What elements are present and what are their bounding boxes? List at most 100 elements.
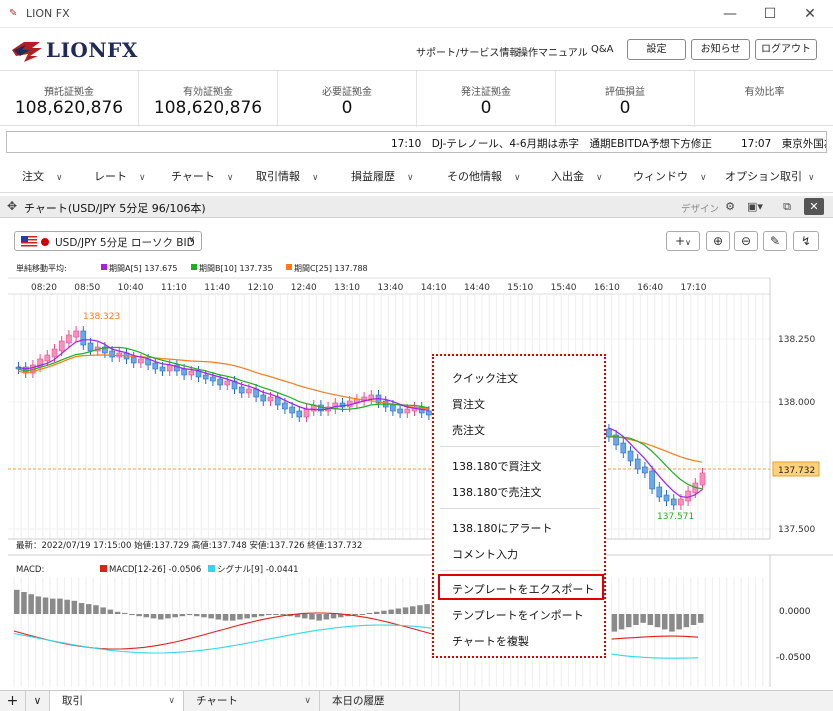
ticker-item[interactable]: 17:07 東京外国為 xyxy=(741,136,826,151)
add-indicator-button[interactable]: +∨ xyxy=(666,231,700,251)
menu-trade-info[interactable]: 取引情報 ∨ xyxy=(256,161,319,193)
ctx-import-template[interactable]: テンプレートをインポート xyxy=(452,607,584,623)
account-summary: 預託証拠金 108,620,876 有効証拠金 108,620,876 必要証拠金 0… xyxy=(0,70,833,127)
order-margin: 発注証拠金 0 xyxy=(417,71,556,127)
y-tick-label: 138.000 xyxy=(778,398,815,408)
move-icon[interactable]: ✥ xyxy=(7,199,17,213)
latest-ohlc: 最新：2022/07/19 17:15:00 始値:137.729 高値:137… xyxy=(16,540,362,551)
ctx-alert-at-price[interactable]: 138.180にアラート xyxy=(452,520,553,536)
faq-link[interactable]: Q&A xyxy=(591,44,614,55)
jp-flag-icon xyxy=(41,238,49,246)
add-tab-button[interactable]: + xyxy=(0,691,26,711)
close-panel-icon[interactable]: ✕ xyxy=(804,198,824,215)
manual-link[interactable]: 操作マニュアル xyxy=(518,44,588,59)
menu-divider xyxy=(440,446,600,447)
chevron-down-icon: ∨ xyxy=(56,173,63,183)
tab-trade[interactable]: 取引 ∨ xyxy=(50,691,184,711)
price-chart[interactable]: 単純移動平均: 期間A[5] 137.675 期間B[10] 137.735 期… xyxy=(0,259,833,690)
context-menu: クイック注文 買注文 売注文 138.180で買注文 138.180で売注文 1… xyxy=(432,354,606,658)
macd-tick: 0.0000 xyxy=(779,607,811,617)
chevron-down-icon: ∨ xyxy=(700,173,707,183)
settings-button[interactable]: 設定 xyxy=(627,39,686,60)
chevron-down-icon: ∨ xyxy=(304,696,311,706)
menu-rate[interactable]: レート ∨ xyxy=(94,161,146,193)
menu-other-info[interactable]: その他情報 ∨ xyxy=(447,161,521,193)
chevron-down-icon: ∨ xyxy=(596,173,603,183)
x-tick-label: 08:50 xyxy=(74,283,100,293)
trend-tool-icon[interactable]: ↯ xyxy=(793,231,819,251)
x-tick-label: 14:10 xyxy=(421,283,447,293)
macd-tick: -0.0500 xyxy=(776,653,811,663)
x-tick-label: 16:40 xyxy=(637,283,663,293)
layout-menu-icon[interactable]: ▣▾ xyxy=(742,198,768,215)
ctx-sell-order[interactable]: 売注文 xyxy=(452,422,485,438)
menu-option-trade[interactable]: オプション取引 ∨ xyxy=(725,161,815,193)
high-label: 138.323 xyxy=(83,312,120,322)
menu-window[interactable]: ウィンドウ ∨ xyxy=(633,161,707,193)
menu-deposit-withdraw[interactable]: 入出金 ∨ xyxy=(551,161,603,193)
design-label[interactable]: デザイン xyxy=(681,201,719,215)
x-tick-label: 08:20 xyxy=(31,283,57,293)
ctx-duplicate-chart[interactable]: チャートを複製 xyxy=(452,633,529,649)
chevron-down-icon: ∨ xyxy=(226,173,234,183)
ctx-export-template[interactable]: テンプレートをエクスポート xyxy=(452,581,594,597)
title-bar: ✎ LION FX — ☐ ✕ xyxy=(0,0,833,28)
restore-icon[interactable]: ⧉ xyxy=(778,198,796,215)
x-tick-label: 12:10 xyxy=(248,283,274,293)
chevron-down-icon: ∨ xyxy=(808,173,815,183)
ctx-buy-at-price[interactable]: 138.180で買注文 xyxy=(452,458,542,474)
x-tick-label: 10:40 xyxy=(118,283,144,293)
symbol-select[interactable]: USD/JPY 5分足 ローソク BID ∨ xyxy=(14,231,202,251)
app-header: LIONFX サポート/サービス情報 操作マニュアル Q&A 設定 お知らせ ロ… xyxy=(0,28,833,70)
effective-margin: 有効証拠金 108,620,876 xyxy=(139,71,278,127)
x-tick-label: 16:10 xyxy=(594,283,620,293)
chevron-down-icon[interactable]: ∨ xyxy=(26,691,50,711)
logout-button[interactable]: ログアウト xyxy=(755,39,817,60)
support-link[interactable]: サポート/サービス情報 xyxy=(416,44,519,59)
notices-button[interactable]: お知らせ xyxy=(691,39,750,60)
menu-pnl-history[interactable]: 損益履歴 ∨ xyxy=(351,161,414,193)
gear-icon[interactable]: ⚙ xyxy=(721,198,739,215)
news-ticker[interactable]: 17:10 DJ-テレノール、4-6月期は赤字 通期EBITDA予想下方修正 1… xyxy=(6,131,827,153)
valuation-pnl: 評価損益 0 xyxy=(556,71,695,127)
maximize-button[interactable]: ☐ xyxy=(758,4,782,24)
ctx-buy-order[interactable]: 買注文 xyxy=(452,396,485,412)
x-tick-label: 13:10 xyxy=(334,283,360,293)
tab-today-history[interactable]: 本日の履歴 xyxy=(320,691,460,711)
brand-logo-text: LIONFX xyxy=(46,38,138,62)
menu-order[interactable]: 注文 ∨ xyxy=(22,161,63,193)
y-tick-label: 137.500 xyxy=(778,525,815,535)
zoom-out-icon[interactable]: ⊖ xyxy=(734,231,758,251)
svg-text:単純移動平均:: 単純移動平均: xyxy=(16,263,67,273)
current-price-tag: 137.732 xyxy=(778,466,815,476)
menu-divider xyxy=(440,508,600,509)
minimize-button[interactable]: — xyxy=(718,4,742,24)
tab-chart[interactable]: チャート ∨ xyxy=(184,691,320,711)
chevron-down-icon: ∨ xyxy=(407,173,414,183)
x-tick-label: 11:40 xyxy=(204,283,230,293)
ctx-quick-order[interactable]: クイック注文 xyxy=(452,370,518,386)
ctx-sell-at-price[interactable]: 138.180で売注文 xyxy=(452,484,542,500)
close-window-button[interactable]: ✕ xyxy=(798,4,822,24)
chevron-down-icon: ∨ xyxy=(168,696,175,706)
lion-logo-icon xyxy=(12,42,42,62)
ctx-add-comment[interactable]: コメント入力 xyxy=(452,546,518,562)
main-menu: 注文 ∨ レート ∨ チャート ∨ 取引情報 ∨ 損益履歴 ∨ その他情報 ∨ 入出金 ∨ ウ… xyxy=(0,161,833,193)
chevron-down-icon: ∨ xyxy=(312,173,319,183)
menu-chart[interactable]: チャート ∨ xyxy=(171,161,233,193)
chart-panel-title: チャート(USD/JPY 5分足 96/106本) xyxy=(24,202,206,215)
draw-pen-icon[interactable]: ✎ xyxy=(763,231,787,251)
x-tick-label: 15:10 xyxy=(507,283,533,293)
low-label: 137.571 xyxy=(657,512,694,522)
ticker-item[interactable]: 17:10 DJ-テレノール、4-6月期は赤字 通期EBITDA予想下方修正 xyxy=(391,136,712,151)
x-tick-label: 12:40 xyxy=(291,283,317,293)
x-tick-label: 13:40 xyxy=(377,283,403,293)
us-flag-icon xyxy=(21,236,37,247)
required-margin: 必要証拠金 0 xyxy=(278,71,417,127)
chart-toolbar: USD/JPY 5分足 ローソク BID ∨ +∨ ⊕ ⊖ ✎ ↯ xyxy=(0,219,833,259)
x-tick-label: 17:10 xyxy=(681,283,707,293)
x-tick-label: 11:10 xyxy=(161,283,187,293)
zoom-in-icon[interactable]: ⊕ xyxy=(706,231,730,251)
signal-legend: シグナル[9] -0.0441 xyxy=(217,564,299,575)
svg-text:期間B[10] 137.735: 期間B[10] 137.735 xyxy=(199,264,273,273)
